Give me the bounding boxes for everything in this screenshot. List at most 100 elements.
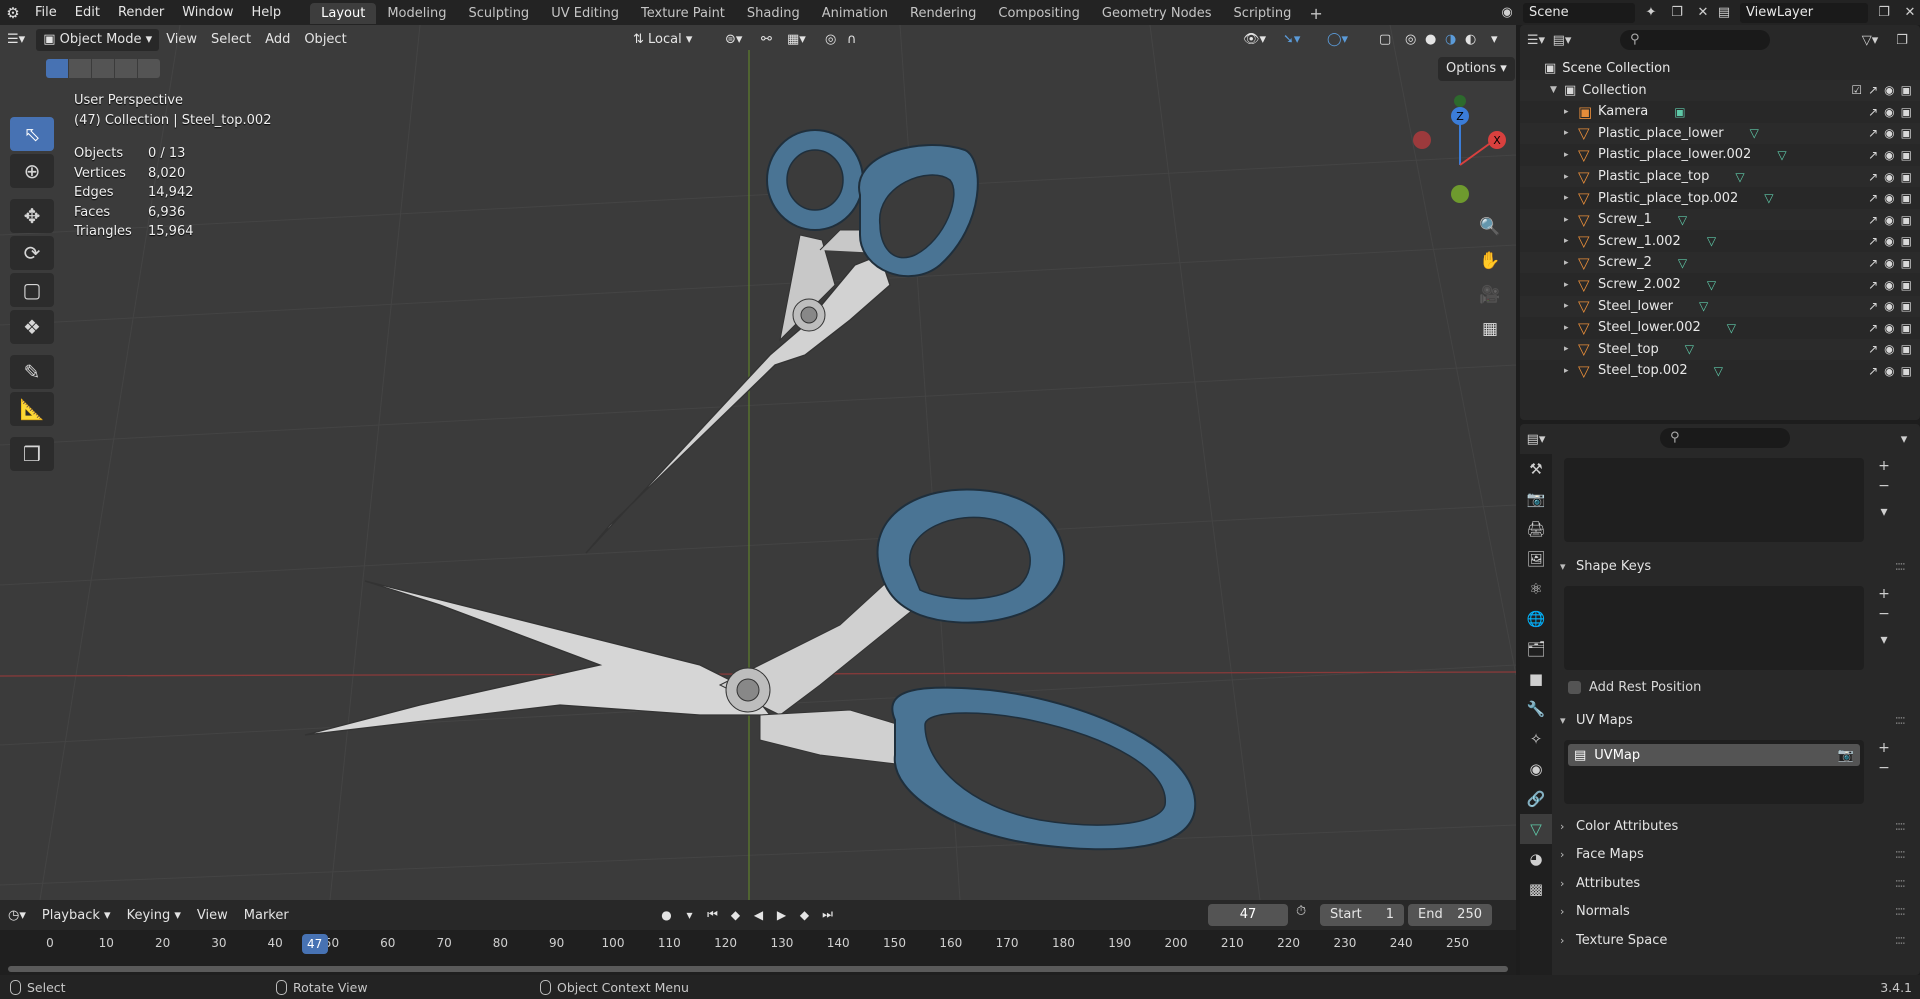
falloff-icon[interactable]: ∩ [840, 29, 864, 51]
next-keyframe-icon[interactable]: ◆ [794, 904, 815, 925]
visibility-icon[interactable]: 👁▾ [1236, 29, 1273, 51]
view-layer-name-field[interactable]: ViewLayer [1740, 2, 1868, 23]
delete-scene-icon[interactable]: ✕ [1693, 3, 1713, 23]
output-tab-icon[interactable]: 🖨 [1520, 514, 1552, 544]
expand-arrow-icon[interactable]: ▸ [1564, 323, 1578, 333]
clock-icon[interactable]: ⏱ [1296, 904, 1306, 919]
tab-shading[interactable]: Shading [736, 3, 811, 24]
mode-dropdown[interactable]: ▣ Object Mode ▾ [36, 29, 160, 51]
outliner-item[interactable]: ▸ ▽ Plastic_place_lower.002 ▽ ↗ ◉ ▣ [1520, 144, 1920, 165]
selectable-icon[interactable]: ↗ [1868, 299, 1878, 313]
texture-space-panel-header[interactable]: › Texture Space:::: [1560, 929, 1910, 953]
constraints-tab-icon[interactable]: 🔗 [1520, 784, 1552, 814]
selectable-icon[interactable]: ↗ [1868, 234, 1878, 248]
menu-add[interactable]: Add [258, 29, 297, 51]
neg-y-axis-handle[interactable] [1454, 95, 1466, 107]
camera-icon[interactable]: ▣ [1901, 278, 1912, 292]
outliner-item[interactable]: ▸ ▽ Screw_2.002 ▽ ↗ ◉ ▣ [1520, 274, 1920, 295]
editor-type-icon[interactable]: ☰▾ [0, 29, 32, 51]
vertex-groups-list[interactable] [1564, 458, 1864, 542]
camera-icon[interactable]: ▣ [1901, 191, 1912, 205]
render-tab-icon[interactable]: 📷 [1520, 484, 1552, 514]
eye-icon[interactable]: ◉ [1884, 170, 1894, 184]
add-workspace-button[interactable]: + [1302, 3, 1329, 24]
selectable-icon[interactable]: ↗ [1868, 148, 1878, 162]
tab-layout[interactable]: Layout [310, 3, 377, 24]
collection-row[interactable]: ▼ ▣ Collection ☑ ↗ ◉ ▣ [1520, 79, 1920, 101]
3d-viewport[interactable]: ☰▾ ▣ Object Mode ▾ View Select Add Objec… [0, 25, 1516, 900]
snap-target-icon[interactable]: ▦▾ [780, 29, 813, 51]
selectable-icon[interactable]: ↗ [1868, 321, 1878, 335]
selectable-icon[interactable]: ↗ [1868, 213, 1878, 227]
rotate-tool[interactable]: ⟳ [10, 236, 54, 270]
new-view-layer-icon[interactable]: ❐ [1874, 3, 1894, 23]
options-dropdown[interactable]: Options ▾ [1438, 57, 1515, 81]
snap-icon[interactable]: ⚯ [754, 29, 779, 51]
expand-arrow-icon[interactable]: ▸ [1564, 280, 1578, 290]
selectable-icon[interactable]: ↗ [1868, 83, 1878, 97]
object-tab-icon[interactable]: ■ [1520, 664, 1552, 694]
world-tab-icon[interactable]: 🌐 [1520, 604, 1552, 634]
camera-icon[interactable]: ▣ [1901, 299, 1912, 313]
menu-marker[interactable]: Marker [236, 908, 297, 923]
tab-uv-editing[interactable]: UV Editing [540, 3, 630, 24]
eye-icon[interactable]: ◉ [1884, 213, 1894, 227]
face-maps-panel-header[interactable]: › Face Maps:::: [1560, 843, 1910, 867]
exclude-checkbox-icon[interactable]: ☑ [1851, 83, 1862, 97]
outliner-item[interactable]: ▸ ▽ Plastic_place_top.002 ▽ ↗ ◉ ▣ [1520, 188, 1920, 209]
expand-arrow-icon[interactable]: ▸ [1564, 236, 1578, 246]
overlay-toggle-icon[interactable]: ◯▾ [1320, 29, 1355, 51]
transform-tool[interactable]: ❖ [10, 310, 54, 344]
outliner-item[interactable]: ▸ ▽ Steel_top.002 ▽ ↗ ◉ ▣ [1520, 360, 1920, 381]
filter-icon[interactable]: ▽▾ [1860, 30, 1880, 50]
y-axis-handle[interactable] [1451, 185, 1469, 203]
remove-shape-key-icon[interactable]: − [1874, 604, 1894, 624]
menu-timeline-view[interactable]: View [189, 908, 236, 923]
eye-icon[interactable]: ◉ [1884, 299, 1894, 313]
gizmo-toggle-icon[interactable]: ➘▾ [1276, 29, 1307, 51]
selectable-icon[interactable]: ↗ [1868, 278, 1878, 292]
expand-arrow-icon[interactable]: ▸ [1564, 193, 1578, 203]
eye-icon[interactable]: ◉ [1884, 364, 1894, 378]
playhead-frame-indicator[interactable]: 47 [301, 934, 328, 954]
expand-arrow-icon[interactable]: ▸ [1564, 344, 1578, 354]
outliner-item[interactable]: ▸ ▽ Screw_1.002 ▽ ↗ ◉ ▣ [1520, 231, 1920, 252]
selectable-icon[interactable]: ↗ [1868, 191, 1878, 205]
menu-select[interactable]: Select [204, 29, 258, 51]
eye-icon[interactable]: ◉ [1884, 342, 1894, 356]
camera-icon[interactable]: ▣ [1901, 170, 1912, 184]
annotate-tool[interactable]: ✎ [10, 355, 54, 389]
menu-render[interactable]: Render [109, 0, 173, 25]
menu-object[interactable]: Object [297, 29, 353, 51]
outliner-editor-icon[interactable]: ☰▾ [1526, 30, 1546, 50]
eye-icon[interactable]: ◉ [1884, 321, 1894, 335]
texture-tab-icon[interactable]: ▩ [1520, 874, 1552, 904]
ortho-toggle-icon[interactable]: ▦ [1474, 313, 1506, 345]
select-box-tool[interactable]: ⬁ [10, 117, 54, 151]
remove-uv-map-icon[interactable]: − [1874, 758, 1894, 778]
expand-arrow-icon[interactable]: ▸ [1564, 215, 1578, 225]
selectable-icon[interactable]: ↗ [1868, 170, 1878, 184]
camera-icon[interactable]: ▣ [1901, 148, 1912, 162]
outliner-item[interactable]: ▸ ▽ Screw_1 ▽ ↗ ◉ ▣ [1520, 209, 1920, 231]
shape-keys-panel-header[interactable]: ▾ Shape Keys:::: [1560, 555, 1910, 579]
move-tool[interactable]: ✥ [10, 199, 54, 233]
tool-tab-icon[interactable]: ⚒ [1520, 454, 1552, 484]
menu-file[interactable]: File [26, 0, 66, 25]
shape-key-menu-icon[interactable]: ▾ [1874, 630, 1894, 650]
transform-orientation-dropdown[interactable]: ⇅ Local ▾ [626, 29, 699, 51]
pan-hand-icon[interactable]: ✋ [1474, 245, 1506, 277]
outliner-item[interactable]: ▸ ▽ Screw_2 ▽ ↗ ◉ ▣ [1520, 252, 1920, 274]
start-frame-field[interactable]: Start 1 [1320, 904, 1404, 926]
outliner-search-input[interactable]: ⚲ [1620, 30, 1770, 50]
shading-rendered-icon[interactable]: ◐ [1458, 29, 1483, 51]
properties-editor-icon[interactable]: ▤▾ [1526, 429, 1546, 449]
selectable-icon[interactable]: ↗ [1868, 364, 1878, 378]
particles-tab-icon[interactable]: ✧ [1520, 724, 1552, 754]
delete-view-layer-icon[interactable]: ✕ [1900, 3, 1920, 23]
eye-icon[interactable]: ◉ [1884, 105, 1894, 119]
menu-view[interactable]: View [159, 29, 204, 51]
properties-search-input[interactable]: ⚲ [1660, 428, 1790, 448]
camera-icon[interactable]: ▣ [1901, 364, 1912, 378]
camera-icon[interactable]: ▣ [1901, 213, 1912, 227]
